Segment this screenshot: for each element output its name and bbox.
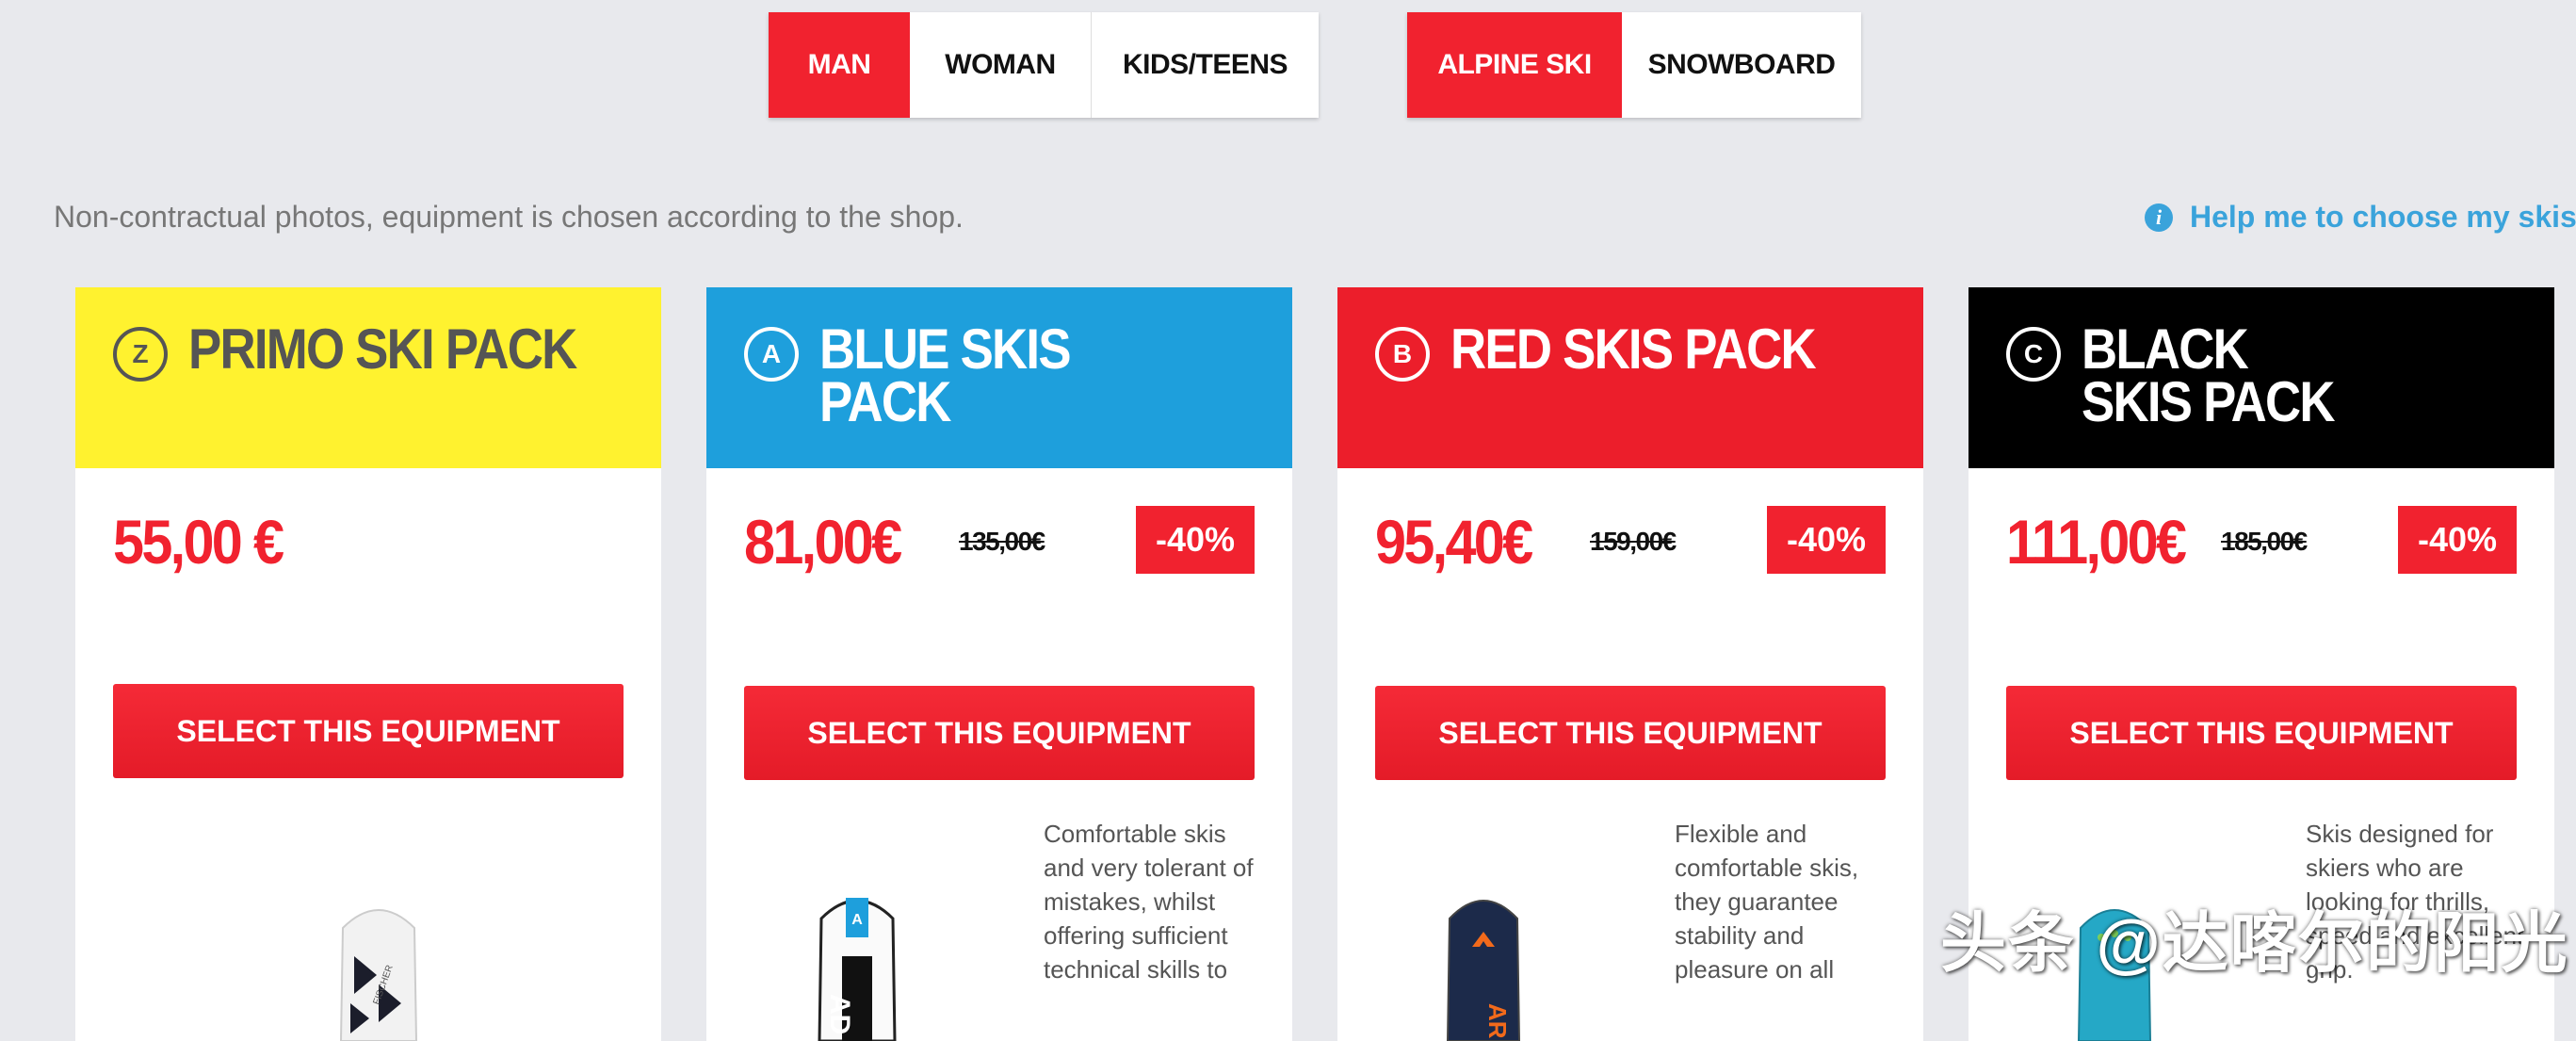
tab-woman[interactable]: WOMAN [910,12,1092,118]
tab-alpine-ski[interactable]: ALPINE SKI [1407,12,1622,118]
svg-text:A: A [851,912,863,928]
card-header: A BLUE SKIS PACK [706,287,1292,468]
sport-tabs: ALPINE SKI SNOWBOARD [1407,12,1861,118]
select-equipment-button[interactable]: SELECT THIS EQUIPMENT [744,686,1255,780]
help-link-label[interactable]: Help me to choose my skis [2190,200,2576,235]
gender-tabs: MAN WOMAN KIDS/TEENS [769,12,1319,118]
tab-kids-teens[interactable]: KIDS/TEENS [1092,12,1319,118]
ski-image: AR [1446,900,1521,1041]
card-old-price: 185,00€ [2221,527,2308,556]
watermark: 头条 @达喀尔的阳光 [1940,906,2569,980]
card-title: BLUE SKIS PACK [819,317,1072,433]
pack-card-primo: Z PRIMO SKI PACK 55,00 € SELECT THIS EQU… [75,287,661,1041]
disclaimer-text: Non-contractual photos, equipment is cho… [54,200,964,234]
level-badge: B [1375,327,1430,382]
tab-man[interactable]: MAN [769,12,910,118]
card-description: Comfortable skis and very tolerant of mi… [1044,820,1254,984]
level-badge: A [744,327,799,382]
card-price: 81,00€ [744,507,902,577]
card-header: C BLACK SKIS PACK [1968,287,2554,468]
card-price: 55,00 € [113,507,284,577]
level-badge: C [2006,327,2061,382]
card-price: 111,00€ [2006,507,2187,577]
select-equipment-button[interactable]: SELECT THIS EQUIPMENT [113,684,624,778]
card-description: Flexible and comfortable skis, they guar… [1675,820,1859,984]
card-title: RED SKIS PACK [1450,317,1817,381]
discount-badge: -40% [2398,506,2517,574]
level-badge: Z [113,327,168,382]
svg-text:AD: AD [824,994,855,1034]
ski-image: A AD [818,898,897,1041]
pack-card-blue: A BLUE SKIS PACK 81,00€ 135,00€ -40% SEL… [706,287,1292,1041]
discount-badge: -40% [1767,506,1886,574]
card-header: Z PRIMO SKI PACK [75,287,661,468]
card-old-price: 135,00€ [959,527,1045,556]
card-price: 95,40€ [1375,507,1533,577]
ski-image: FISCHER [339,909,418,1041]
card-old-price: 159,00€ [1590,527,1677,556]
card-title: PRIMO SKI PACK [188,317,577,381]
select-equipment-button[interactable]: SELECT THIS EQUIPMENT [2006,686,2517,780]
pack-card-red: B RED SKIS PACK 95,40€ 159,00€ -40% SELE… [1337,287,1923,1041]
svg-text:AR: AR [1483,1003,1512,1039]
discount-badge: -40% [1136,506,1255,574]
card-header: B RED SKIS PACK [1337,287,1923,468]
tab-snowboard[interactable]: SNOWBOARD [1622,12,1861,118]
info-icon: i [2145,203,2173,232]
select-equipment-button[interactable]: SELECT THIS EQUIPMENT [1375,686,1886,780]
help-choose-link[interactable]: i Help me to choose my skis [2145,200,2576,235]
card-title: BLACK SKIS PACK [2082,317,2336,433]
